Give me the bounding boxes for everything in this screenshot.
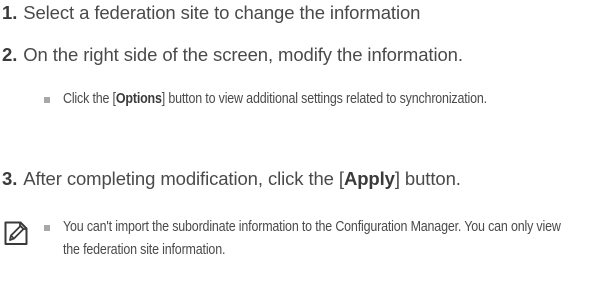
step-text: Select a federation site to change the i… (23, 2, 421, 23)
step-number: 3. (2, 168, 18, 189)
step-text-before: After completing modification, click the… (23, 168, 344, 189)
note-text: You can't import the subordinate informa… (63, 219, 561, 258)
step-1: 1. Select a federation site to change the… (2, 2, 420, 24)
square-bullet-icon (44, 97, 50, 103)
apply-button-label: Apply (343, 168, 395, 189)
step-2: 2. On the right side of the screen, modif… (2, 44, 463, 66)
step-3: 3. After completing modification, click t… (2, 168, 461, 190)
step-text-after: ] button. (394, 168, 461, 189)
note-pencil-icon (4, 221, 28, 245)
sub-bullet-text-after: ] button to view additional settings rel… (161, 91, 487, 107)
step-number: 1. (2, 2, 18, 23)
square-bullet-icon (44, 225, 50, 231)
options-sub-bullet: Click the [Options] button to view addit… (63, 88, 570, 111)
step-number: 2. (2, 44, 18, 65)
sub-bullet-text-before: Click the [ (63, 91, 116, 107)
step-text: On the right side of the screen, modify … (23, 44, 463, 65)
options-button-label: Options (115, 91, 162, 107)
